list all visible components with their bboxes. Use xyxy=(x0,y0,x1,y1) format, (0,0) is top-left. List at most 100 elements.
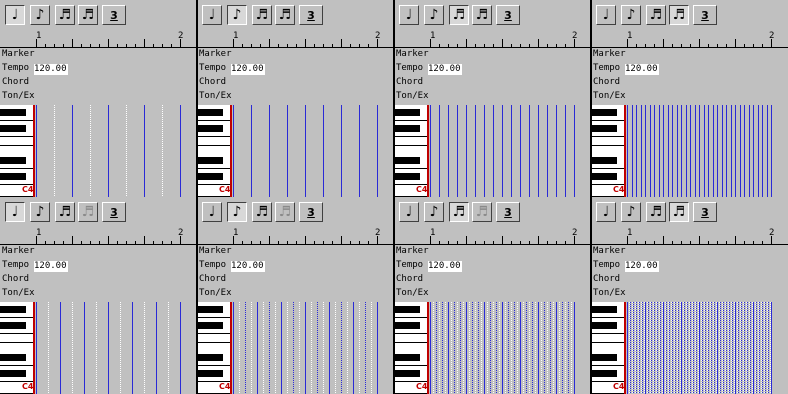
note-grid[interactable] xyxy=(233,105,394,197)
black-key[interactable] xyxy=(0,173,26,180)
black-key[interactable] xyxy=(197,173,223,180)
black-key[interactable] xyxy=(0,125,26,132)
tempo-value-field[interactable]: 120.00 xyxy=(625,261,659,272)
piano-keyboard[interactable] xyxy=(0,105,35,197)
note-grid[interactable] xyxy=(627,105,788,197)
triplet-button[interactable]: 3 xyxy=(102,202,126,222)
sixteenth-note-button[interactable]: ♬ xyxy=(646,5,666,25)
black-key[interactable] xyxy=(197,370,223,377)
measure-ruler[interactable]: 12 xyxy=(197,30,394,48)
thirtysecond-note-button[interactable]: ♬ xyxy=(472,5,492,25)
measure-ruler[interactable]: 12 xyxy=(0,227,197,245)
sixteenth-note-button[interactable]: ♬ xyxy=(252,202,272,222)
tempo-value-field[interactable]: 120.00 xyxy=(231,64,265,75)
tempo-value-field[interactable]: 120.00 xyxy=(34,261,68,272)
tempo-value-field[interactable]: 120.00 xyxy=(625,64,659,75)
eighth-note-button[interactable]: ♪ xyxy=(227,5,247,25)
black-key[interactable] xyxy=(197,322,223,329)
black-key[interactable] xyxy=(197,157,223,164)
black-key[interactable] xyxy=(591,157,617,164)
note-grid[interactable] xyxy=(627,302,788,394)
note-grid[interactable] xyxy=(430,105,591,197)
black-key[interactable] xyxy=(591,370,617,377)
measure-ruler[interactable]: 12 xyxy=(197,227,394,245)
piano-keyboard[interactable] xyxy=(394,105,429,197)
black-key[interactable] xyxy=(197,306,223,313)
sixteenth-note-button[interactable]: ♬ xyxy=(252,5,272,25)
black-key[interactable] xyxy=(394,173,420,180)
black-key[interactable] xyxy=(591,354,617,361)
quarter-note-button[interactable]: ♩ xyxy=(399,5,419,25)
quarter-note-button[interactable]: ♩ xyxy=(5,202,25,222)
piano-keyboard[interactable] xyxy=(394,302,429,394)
triplet-button[interactable]: 3 xyxy=(299,5,323,25)
piano-keyboard[interactable] xyxy=(591,105,626,197)
sixteenth-note-button[interactable]: ♬ xyxy=(449,202,469,222)
piano-keyboard[interactable] xyxy=(197,105,232,197)
thirtysecond-note-button[interactable]: ♬ xyxy=(275,5,295,25)
black-key[interactable] xyxy=(0,370,26,377)
quarter-note-button[interactable]: ♩ xyxy=(399,202,419,222)
tempo-value-field[interactable]: 120.00 xyxy=(231,261,265,272)
eighth-note-button[interactable]: ♪ xyxy=(30,5,50,25)
eighth-note-button[interactable]: ♪ xyxy=(621,202,641,222)
triplet-button[interactable]: 3 xyxy=(299,202,323,222)
measure-ruler[interactable]: 12 xyxy=(591,227,788,245)
thirtysecond-note-button[interactable]: ♬ xyxy=(669,202,689,222)
quarter-note-button[interactable]: ♩ xyxy=(202,5,222,25)
sixteenth-note-button[interactable]: ♬ xyxy=(449,5,469,25)
black-key[interactable] xyxy=(591,306,617,313)
black-key[interactable] xyxy=(394,125,420,132)
triplet-button[interactable]: 3 xyxy=(496,5,520,25)
eighth-note-button[interactable]: ♪ xyxy=(424,5,444,25)
black-key[interactable] xyxy=(591,125,617,132)
black-key[interactable] xyxy=(197,125,223,132)
sixteenth-note-button[interactable]: ♬ xyxy=(55,202,75,222)
black-key[interactable] xyxy=(0,354,26,361)
measure-ruler[interactable]: 12 xyxy=(0,30,197,48)
sixteenth-note-button[interactable]: ♬ xyxy=(55,5,75,25)
black-key[interactable] xyxy=(0,306,26,313)
piano-keyboard[interactable] xyxy=(591,302,626,394)
quarter-note-button[interactable]: ♩ xyxy=(596,202,616,222)
quarter-note-button[interactable]: ♩ xyxy=(202,202,222,222)
tempo-value-field[interactable]: 120.00 xyxy=(34,64,68,75)
note-grid[interactable] xyxy=(430,302,591,394)
piano-keyboard[interactable] xyxy=(0,302,35,394)
triplet-button[interactable]: 3 xyxy=(693,202,717,222)
measure-ruler[interactable]: 12 xyxy=(591,30,788,48)
eighth-note-button[interactable]: ♪ xyxy=(424,202,444,222)
black-key[interactable] xyxy=(394,157,420,164)
thirtysecond-note-button[interactable]: ♬ xyxy=(78,5,98,25)
black-key[interactable] xyxy=(591,322,617,329)
black-key[interactable] xyxy=(0,157,26,164)
tempo-value-field[interactable]: 120.00 xyxy=(428,64,462,75)
black-key[interactable] xyxy=(591,109,617,116)
black-key[interactable] xyxy=(0,322,26,329)
piano-keyboard[interactable] xyxy=(197,302,232,394)
black-key[interactable] xyxy=(394,370,420,377)
eighth-note-button[interactable]: ♪ xyxy=(621,5,641,25)
thirtysecond-note-button[interactable]: ♬ xyxy=(78,202,98,222)
black-key[interactable] xyxy=(394,109,420,116)
black-key[interactable] xyxy=(394,354,420,361)
black-key[interactable] xyxy=(591,173,617,180)
triplet-button[interactable]: 3 xyxy=(102,5,126,25)
black-key[interactable] xyxy=(197,109,223,116)
thirtysecond-note-button[interactable]: ♬ xyxy=(669,5,689,25)
thirtysecond-note-button[interactable]: ♬ xyxy=(472,202,492,222)
measure-ruler[interactable]: 12 xyxy=(394,30,591,48)
sixteenth-note-button[interactable]: ♬ xyxy=(646,202,666,222)
quarter-note-button[interactable]: ♩ xyxy=(5,5,25,25)
note-grid[interactable] xyxy=(36,302,197,394)
eighth-note-button[interactable]: ♪ xyxy=(227,202,247,222)
black-key[interactable] xyxy=(197,354,223,361)
black-key[interactable] xyxy=(394,306,420,313)
tempo-value-field[interactable]: 120.00 xyxy=(428,261,462,272)
measure-ruler[interactable]: 12 xyxy=(394,227,591,245)
note-grid[interactable] xyxy=(233,302,394,394)
black-key[interactable] xyxy=(394,322,420,329)
note-grid[interactable] xyxy=(36,105,197,197)
triplet-button[interactable]: 3 xyxy=(693,5,717,25)
triplet-button[interactable]: 3 xyxy=(496,202,520,222)
